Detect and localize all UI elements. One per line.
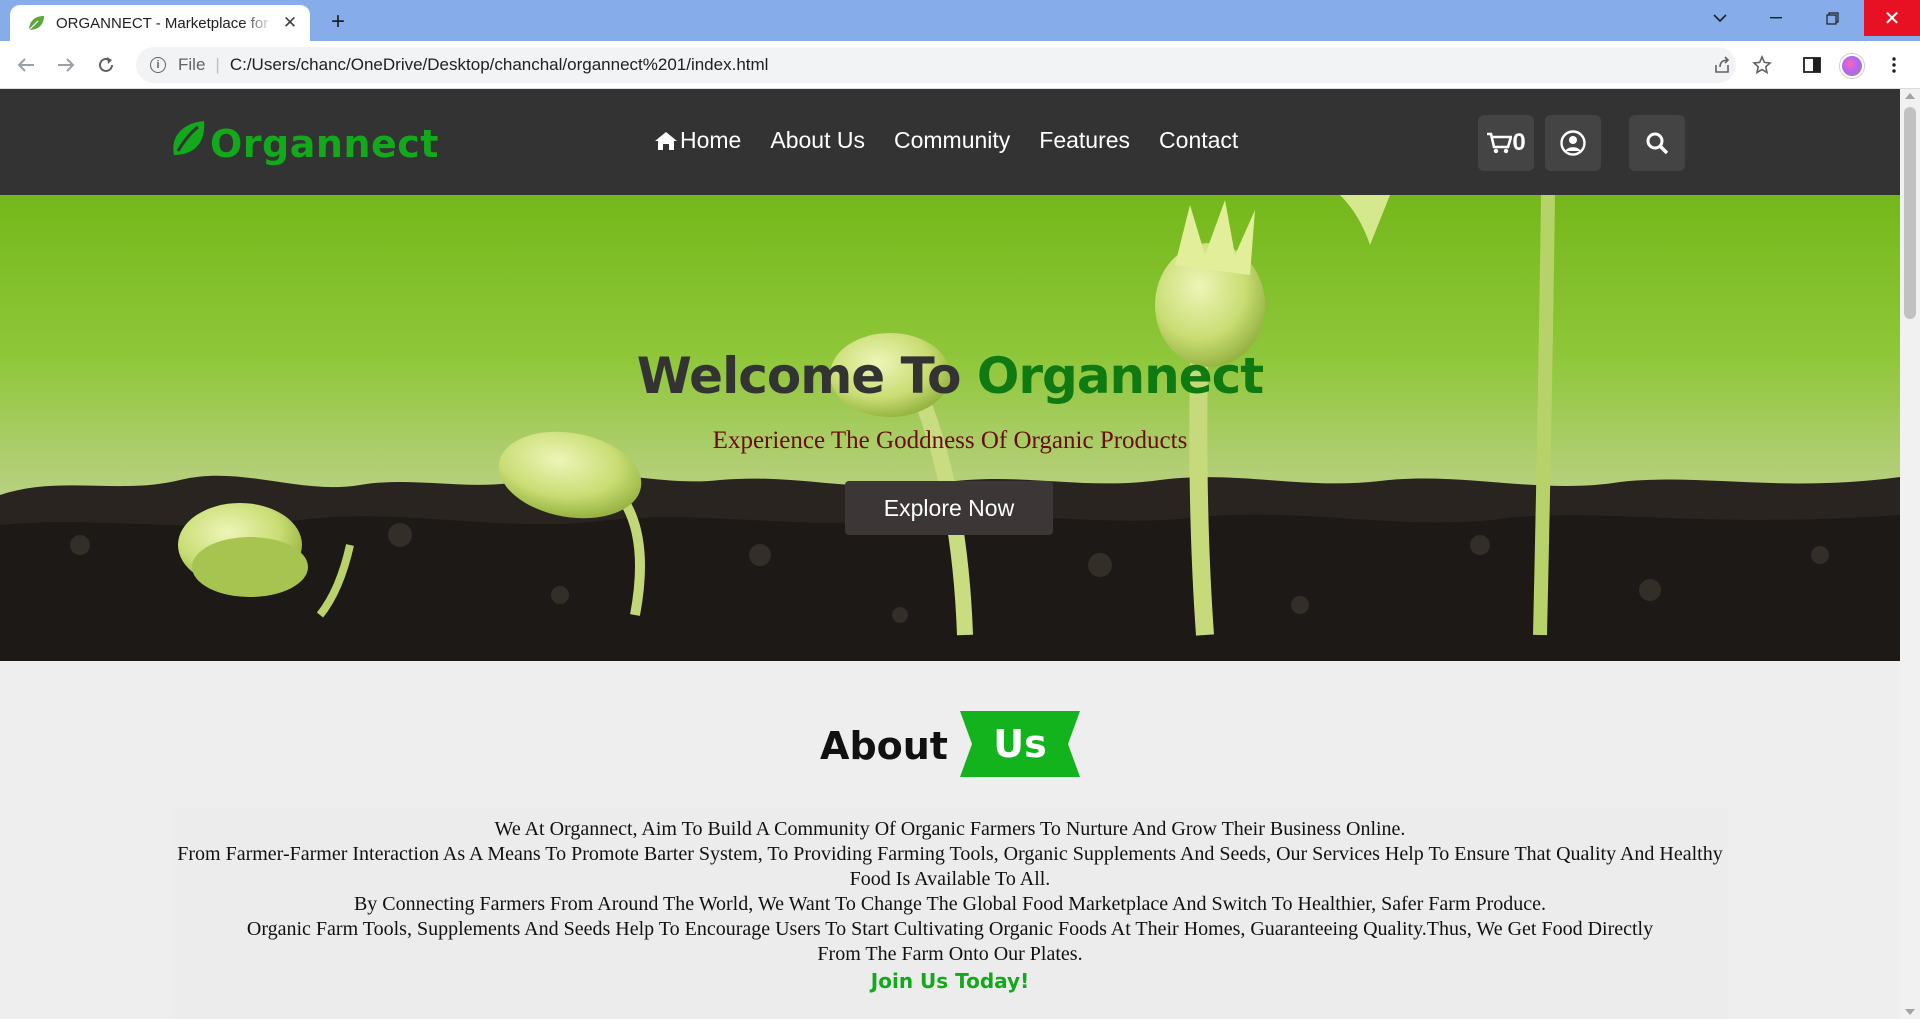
about-line: We At Organnect, Aim To Build A Communit… (494, 818, 1406, 840)
browser-tab-bar: ORGANNECT - Marketplace for Organic Prod… (0, 0, 1920, 41)
url-scheme-label: File (178, 55, 206, 74)
kebab-menu-icon[interactable] (1880, 51, 1908, 79)
share-icon[interactable] (1708, 51, 1736, 79)
hero-subtitle: Experience The Goddness Of Organic Produ… (712, 427, 1188, 454)
page-scrollbar[interactable] (1900, 89, 1920, 1019)
address-bar[interactable]: i File | C:/Users/chanc/OneDrive/Desktop… (136, 47, 1736, 83)
url-separator: | (215, 55, 220, 74)
forward-arrow-icon[interactable] (52, 51, 80, 79)
close-window-button[interactable]: ✕ (1864, 0, 1920, 36)
browser-tab[interactable]: ORGANNECT - Marketplace for Organic Prod… (10, 5, 310, 41)
tab-title: ORGANNECT - Marketplace for Organic Prod… (56, 14, 274, 32)
bookmark-star-icon[interactable] (1748, 51, 1776, 79)
about-line: By Connecting Farmers From Around The Wo… (353, 893, 1547, 915)
page-viewport: Organnect Home About Us Community Featur… (0, 89, 1900, 1019)
reload-icon[interactable] (92, 51, 120, 79)
url-text[interactable]: C:/Users/chanc/OneDrive/Desktop/chanchal… (230, 55, 769, 75)
leaf-logo-icon (170, 119, 208, 168)
about-line: From Farmer-Farmer Interaction As A Mean… (177, 843, 1723, 890)
main-nav: Home About Us Community Features Contact (654, 127, 1267, 154)
nav-home[interactable]: Home (654, 127, 741, 154)
search-icon (1646, 132, 1669, 155)
about-heading-highlight: Us (993, 722, 1047, 766)
back-arrow-icon[interactable] (12, 51, 40, 79)
hero-title-accent: Organnect (976, 347, 1264, 405)
home-icon (655, 131, 677, 150)
nav-community[interactable]: Community (894, 127, 1010, 154)
search-button[interactable] (1629, 115, 1685, 171)
about-heading: About Us (0, 711, 1900, 777)
nav-contact[interactable]: Contact (1159, 127, 1238, 154)
nav-home-label: Home (680, 127, 742, 153)
hero-section: Welcome To Organnect Experience The Godd… (0, 195, 1900, 661)
profile-avatar[interactable] (1840, 54, 1864, 78)
site-header: Organnect Home About Us Community Featur… (0, 89, 1900, 195)
tab-search-chevron-icon[interactable] (1692, 0, 1748, 36)
scroll-up-arrow-icon[interactable] (1905, 93, 1915, 99)
leaf-favicon-icon (26, 13, 46, 33)
restore-button[interactable] (1804, 0, 1860, 36)
nav-about-us[interactable]: About Us (770, 127, 865, 154)
about-text: We At Organnect, Aim To Build A Communit… (172, 817, 1728, 994)
logo-text: Organnect (210, 121, 439, 166)
about-heading-word: About (820, 724, 948, 768)
cart-icon (1487, 132, 1513, 154)
cart-count: 0 (1512, 129, 1526, 156)
hero-title: Welcome To Organnect (0, 347, 1900, 405)
about-heading-banner: Us (959, 711, 1080, 777)
site-logo[interactable]: Organnect (170, 119, 439, 168)
hero-title-prefix: Welcome To (636, 347, 977, 405)
user-circle-icon (1560, 130, 1586, 156)
nav-features[interactable]: Features (1039, 127, 1130, 154)
scrollbar-thumb[interactable] (1904, 107, 1916, 319)
cart-button[interactable]: 0 (1478, 115, 1534, 171)
side-panel-icon[interactable] (1798, 51, 1826, 79)
minimize-button[interactable] (1748, 0, 1804, 36)
account-button[interactable] (1545, 115, 1601, 171)
explore-now-button[interactable]: Explore Now (845, 481, 1053, 535)
browser-toolbar: i File | C:/Users/chanc/OneDrive/Desktop… (0, 41, 1920, 89)
join-us-link[interactable]: Join Us Today! (172, 969, 1728, 994)
about-line: Organic Farm Tools, Supplements And Seed… (246, 918, 1654, 965)
site-info-icon[interactable]: i (150, 57, 166, 73)
new-tab-button[interactable]: + (324, 8, 352, 36)
scroll-down-arrow-icon[interactable] (1905, 1009, 1915, 1015)
close-tab-icon[interactable]: ✕ (280, 13, 300, 33)
